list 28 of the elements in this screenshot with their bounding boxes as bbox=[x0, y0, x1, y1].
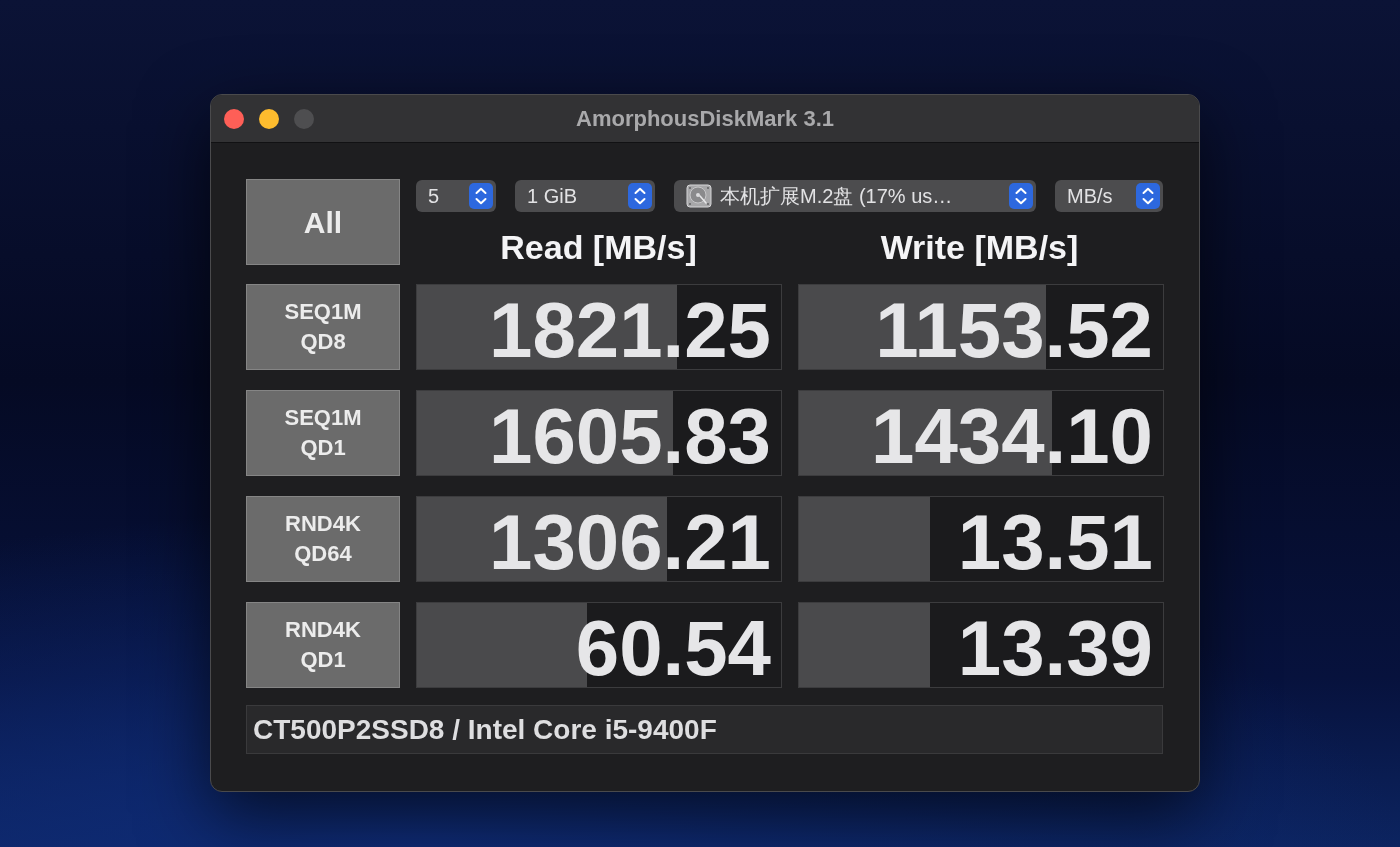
comment-field[interactable]: CT500P2SSD8 / Intel Core i5-9400F bbox=[246, 705, 1163, 754]
test-button[interactable]: SEQ1M QD1 bbox=[246, 390, 400, 476]
stepper-icon bbox=[1136, 183, 1160, 209]
column-heading: Read [MB/s] bbox=[499, 227, 698, 265]
result-value: 1153.52 bbox=[875, 291, 1153, 369]
all-tests-button[interactable]: All bbox=[246, 179, 400, 265]
stepper-icon bbox=[1009, 183, 1033, 209]
test-button[interactable]: RND4K QD1 bbox=[246, 602, 400, 688]
test-button[interactable]: RND4K QD64 bbox=[246, 496, 400, 582]
stepper-icon bbox=[469, 183, 493, 209]
result-value: 13.39 bbox=[957, 609, 1153, 687]
close-button[interactable] bbox=[224, 108, 244, 129]
count-dropdown[interactable]: 5 bbox=[416, 180, 496, 212]
size-dropdown[interactable]: 1 GiB bbox=[515, 180, 655, 212]
stepper-icon bbox=[628, 183, 652, 209]
result-value: 1821.25 bbox=[489, 291, 771, 369]
result-value: 60.54 bbox=[575, 609, 771, 687]
test-button[interactable]: SEQ1M QD8 bbox=[246, 284, 400, 370]
column-heading: Write [MB/s] bbox=[879, 227, 1080, 265]
drive-dropdown[interactable]: 本机扩展M.2盘 (17% us… bbox=[674, 180, 1036, 212]
result-value: 13.51 bbox=[957, 503, 1153, 581]
hard-disk-icon bbox=[686, 183, 712, 209]
result-value: 1434.10 bbox=[871, 397, 1153, 475]
result-value: 1306.21 bbox=[489, 503, 771, 581]
unit-dropdown[interactable]: MB/s bbox=[1055, 180, 1163, 212]
result-value: 1605.83 bbox=[489, 397, 771, 475]
minimize-button[interactable] bbox=[259, 108, 279, 129]
window-title: AmorphousDiskMark 3.1 bbox=[576, 105, 834, 133]
